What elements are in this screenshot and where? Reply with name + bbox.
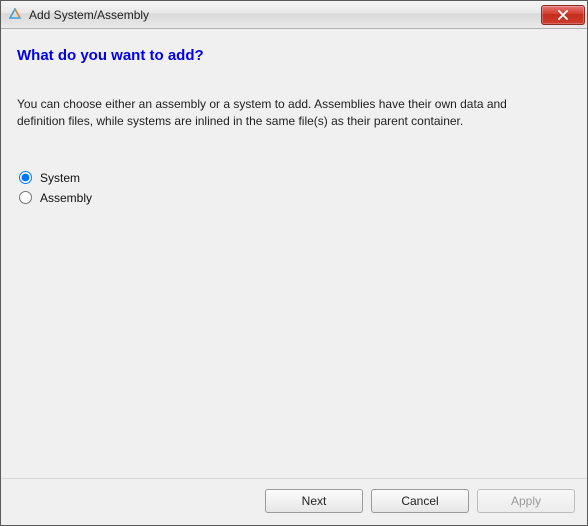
option-group: System Assembly [19, 171, 571, 205]
close-button[interactable] [541, 5, 585, 25]
cancel-button[interactable]: Cancel [371, 489, 469, 513]
radio-system[interactable] [19, 171, 32, 184]
option-assembly-label: Assembly [40, 191, 92, 205]
option-assembly[interactable]: Assembly [19, 191, 571, 205]
dialog-footer: Next Cancel Apply [1, 478, 587, 525]
dialog-window: Add System/Assembly What do you want to … [0, 0, 588, 526]
window-title: Add System/Assembly [29, 8, 541, 22]
option-system[interactable]: System [19, 171, 571, 185]
description-text: You can choose either an assembly or a s… [17, 96, 557, 131]
dialog-content: What do you want to add? You can choose … [1, 29, 587, 478]
app-icon [7, 7, 23, 23]
close-icon [557, 10, 569, 20]
titlebar: Add System/Assembly [1, 1, 587, 29]
apply-button: Apply [477, 489, 575, 513]
option-system-label: System [40, 171, 80, 185]
radio-assembly[interactable] [19, 191, 32, 204]
page-heading: What do you want to add? [17, 47, 571, 64]
next-button[interactable]: Next [265, 489, 363, 513]
